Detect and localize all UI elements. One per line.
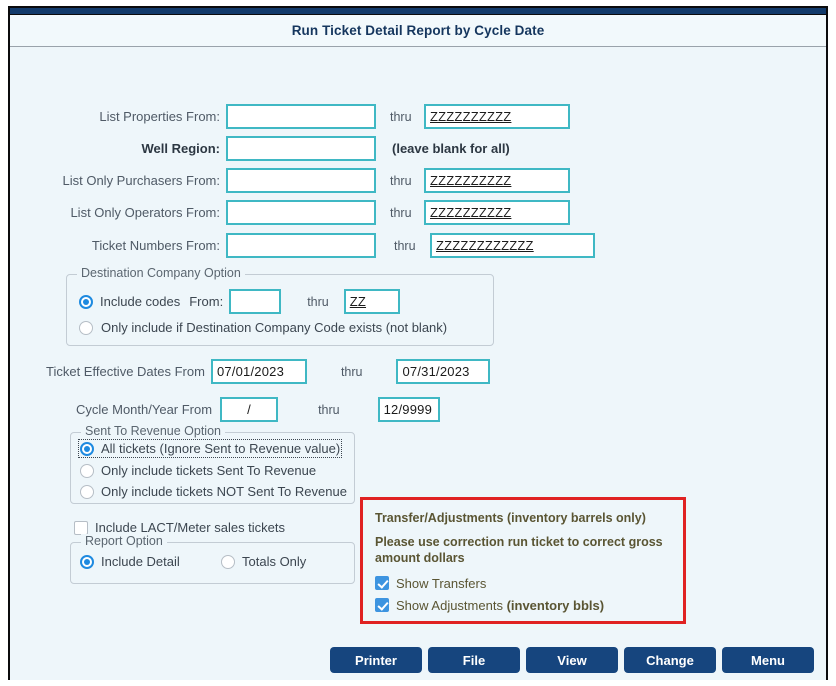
show-transfers-checkbox[interactable] [375, 576, 389, 590]
list-properties-thru-input[interactable]: ZZZZZZZZZZ [424, 104, 570, 129]
list-purchasers-from-input[interactable] [226, 168, 376, 193]
cycle-month-year-thru-label: thru [318, 402, 340, 417]
row-list-purchasers: List Only Purchasers From: thru ZZZZZZZZ… [50, 168, 570, 193]
cycle-month-year-from-value: / [247, 402, 251, 417]
destination-thru-value: ZZ [349, 294, 367, 309]
file-button[interactable]: File [428, 647, 520, 673]
destination-thru-label: thru [307, 294, 329, 309]
cycle-month-year-from-input[interactable]: / [220, 397, 279, 422]
sent-to-revenue-not-sent-label: Only include tickets NOT Sent To Revenue [101, 484, 347, 499]
sent-to-revenue-all-radio[interactable] [80, 441, 94, 456]
list-properties-from-input[interactable] [226, 104, 376, 129]
sent-to-revenue-option-all[interactable]: All tickets (Ignore Sent to Revenue valu… [77, 439, 343, 458]
menu-button[interactable]: Menu [722, 647, 814, 673]
effective-dates-thru-label: thru [340, 364, 363, 379]
change-button[interactable]: Change [624, 647, 716, 673]
well-region-hint: (leave blank for all) [392, 141, 510, 156]
destination-include-codes-row[interactable]: Include codes From: thru ZZ [79, 289, 400, 314]
effective-dates-label: Ticket Effective Dates From [46, 364, 205, 379]
row-list-operators: List Only Operators From: thru ZZZZZZZZZ… [50, 200, 570, 225]
title-bar-strip [10, 8, 826, 15]
row-ticket-numbers: Ticket Numbers From: thru ZZZZZZZZZZZZ [76, 233, 595, 258]
list-purchasers-label: List Only Purchasers From: [62, 173, 221, 188]
row-list-properties: List Properties From: thru ZZZZZZZZZZ [88, 104, 570, 129]
list-properties-label: List Properties From: [99, 109, 220, 124]
list-properties-thru-value: ZZZZZZZZZZ [430, 109, 512, 124]
dialog-title-area: Run Ticket Detail Report by Cycle Date [10, 15, 826, 47]
report-option-group: Report Option Include Detail Totals Only [70, 534, 355, 584]
list-purchasers-thru-input[interactable]: ZZZZZZZZZZ [424, 168, 570, 193]
destination-company-option-title: Destination Company Option [77, 266, 245, 280]
report-option-include-detail[interactable]: Include Detail [80, 554, 180, 569]
include-lact-meter-checkbox-row[interactable]: Include LACT/Meter sales tickets [74, 520, 285, 535]
list-operators-thru-input[interactable]: ZZZZZZZZZZ [424, 200, 570, 225]
sent-to-revenue-only-sent-radio[interactable] [80, 463, 94, 478]
ticket-numbers-label: Ticket Numbers From: [91, 238, 220, 253]
row-effective-dates: Ticket Effective Dates From 07/01/2023 t… [46, 359, 491, 384]
ticket-numbers-thru-input[interactable]: ZZZZZZZZZZZZ [430, 233, 595, 258]
list-purchasers-thru-value: ZZZZZZZZZZ [430, 173, 512, 188]
list-properties-thru-label: thru [390, 109, 412, 124]
sent-to-revenue-option-group: Sent To Revenue Option All tickets (Igno… [70, 424, 355, 504]
destination-only-if-exists-radio[interactable] [79, 320, 93, 335]
sent-to-revenue-not-sent-radio[interactable] [80, 484, 94, 499]
view-button[interactable]: View [526, 647, 618, 673]
show-adjustments-row[interactable]: Show Adjustments (inventory bbls) [375, 598, 671, 613]
list-operators-thru-value: ZZZZZZZZZZ [430, 205, 512, 220]
row-well-region: Well Region: (leave blank for all) [88, 136, 510, 161]
destination-from-input[interactable] [229, 289, 282, 314]
list-operators-from-input[interactable] [226, 200, 376, 225]
well-region-input[interactable] [226, 136, 376, 161]
destination-include-codes-label: Include codes [100, 294, 181, 309]
report-option-totals-only[interactable]: Totals Only [221, 554, 306, 569]
button-bar: Printer File View Change Menu [10, 647, 826, 673]
report-option-include-detail-label: Include Detail [101, 554, 180, 569]
destination-thru-input[interactable]: ZZ [343, 289, 400, 314]
show-transfers-label: Show Transfers [396, 575, 487, 591]
sent-to-revenue-option-not-sent[interactable]: Only include tickets NOT Sent To Revenue [80, 484, 347, 499]
ticket-numbers-from-input[interactable] [226, 233, 376, 258]
show-adjustments-label-plain: Show Adjustments [396, 597, 507, 613]
row-cycle-month-year: Cycle Month/Year From / thru 12/9999 [76, 397, 440, 422]
sent-to-revenue-all-label: All tickets (Ignore Sent to Revenue valu… [101, 441, 341, 456]
effective-dates-thru-input[interactable]: 07/31/2023 [396, 359, 491, 384]
effective-dates-from-value: 07/01/2023 [216, 364, 285, 379]
effective-dates-from-input[interactable]: 07/01/2023 [210, 359, 307, 384]
show-adjustments-label-bold: (inventory bbls) [506, 597, 605, 613]
ticket-numbers-thru-label: thru [394, 238, 416, 253]
destination-only-if-exists-label: Only include if Destination Company Code… [101, 320, 448, 335]
include-lact-meter-label: Include LACT/Meter sales tickets [95, 520, 286, 535]
destination-from-label: From: [189, 294, 224, 309]
transfer-adjustments-note: Please use correction run ticket to corr… [375, 535, 663, 566]
transfer-adjustments-heading: Transfer/Adjustments (inventory barrels … [375, 511, 646, 525]
effective-dates-thru-value: 07/31/2023 [402, 364, 470, 379]
list-operators-label: List Only Operators From: [70, 205, 220, 220]
sent-to-revenue-option-title: Sent To Revenue Option [81, 424, 225, 438]
list-operators-thru-label: thru [390, 205, 412, 220]
report-option-include-detail-radio[interactable] [80, 554, 94, 569]
form-body: List Properties From: thru ZZZZZZZZZZ We… [10, 47, 826, 680]
destination-include-codes-radio[interactable] [79, 294, 93, 309]
report-dialog-window: Run Ticket Detail Report by Cycle Date L… [8, 6, 828, 680]
transfer-adjustments-panel: Transfer/Adjustments (inventory barrels … [360, 497, 686, 624]
destination-only-if-exists-row[interactable]: Only include if Destination Company Code… [79, 320, 447, 335]
printer-button[interactable]: Printer [330, 647, 422, 673]
include-lact-meter-checkbox[interactable] [74, 520, 88, 535]
sent-to-revenue-option-only-sent[interactable]: Only include tickets Sent To Revenue [80, 463, 316, 478]
report-option-totals-only-label: Totals Only [242, 554, 307, 569]
well-region-label: Well Region: [141, 141, 220, 156]
page-title: Run Ticket Detail Report by Cycle Date [291, 23, 545, 38]
list-purchasers-thru-label: thru [390, 173, 412, 188]
show-transfers-row[interactable]: Show Transfers [375, 576, 671, 591]
ticket-numbers-thru-value: ZZZZZZZZZZZZ [436, 238, 534, 253]
cycle-month-year-thru-value: 12/9999 [383, 402, 433, 417]
cycle-month-year-label: Cycle Month/Year From [76, 402, 213, 417]
show-adjustments-checkbox[interactable] [375, 598, 389, 612]
sent-to-revenue-only-sent-label: Only include tickets Sent To Revenue [101, 463, 317, 478]
report-option-title: Report Option [81, 534, 167, 548]
destination-company-option-group: Destination Company Option Include codes… [66, 266, 494, 346]
report-option-totals-only-radio[interactable] [221, 554, 235, 569]
cycle-month-year-thru-input[interactable]: 12/9999 [377, 397, 440, 422]
show-adjustments-label: Show Adjustments (inventory bbls) [396, 598, 604, 613]
